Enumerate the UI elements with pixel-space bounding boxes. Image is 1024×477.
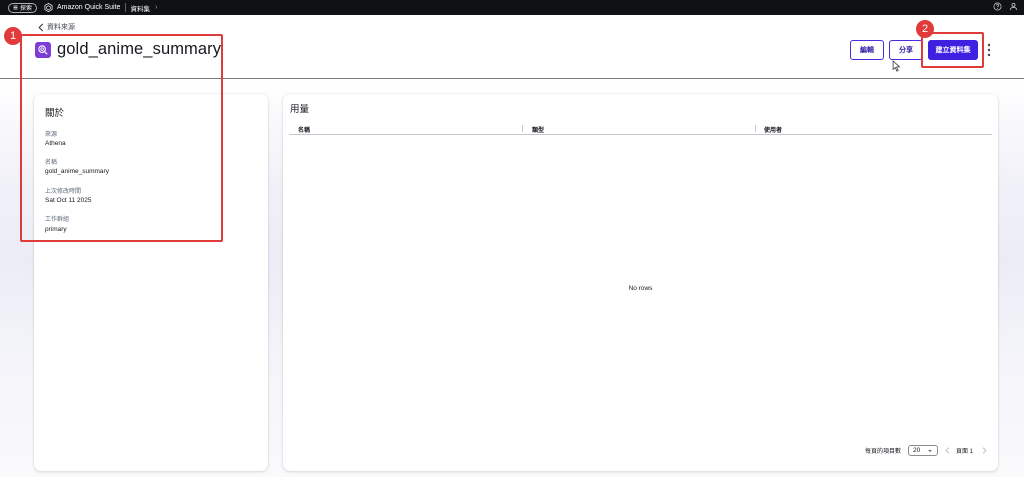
items-per-page-label: 每頁的項目數: [865, 449, 902, 455]
usage-title: 用量: [290, 104, 310, 115]
annotation-highlight-box: [20, 34, 223, 242]
items-per-page-value: 20: [913, 447, 921, 454]
current-page-label: 頁面 1: [956, 449, 974, 455]
edit-button[interactable]: 編輯: [850, 40, 884, 60]
annotation-badge: 2: [916, 20, 934, 38]
annotation-highlight-box: [921, 32, 984, 68]
previous-page-icon[interactable]: [945, 447, 950, 454]
explore-button[interactable]: 探索: [8, 2, 38, 13]
share-button[interactable]: 分享: [889, 40, 923, 60]
topbar-right-actions: [993, 2, 1018, 11]
column-divider[interactable]: [522, 125, 523, 132]
annotation-badge: 1: [4, 27, 22, 45]
app-name[interactable]: Amazon Quick Suite: [57, 4, 120, 11]
topbar-breadcrumb-datasets[interactable]: 資料集: [130, 3, 150, 13]
chevron-left-icon: [38, 22, 44, 32]
column-header-type[interactable]: 類型: [532, 125, 544, 134]
help-icon[interactable]: [993, 2, 1002, 11]
menu-icon: [13, 5, 18, 10]
back-to-data-sources-link[interactable]: 資料來源: [38, 22, 75, 32]
top-nav-bar: 探索 Amazon Quick Suite 資料集 ›: [0, 0, 1024, 15]
mouse-cursor-icon: [892, 60, 901, 72]
back-link-label: 資料來源: [47, 24, 75, 31]
usage-table-header: 名稱 類型 使用者: [289, 123, 992, 135]
column-divider[interactable]: [755, 125, 756, 132]
explore-label: 探索: [20, 6, 33, 12]
column-header-users[interactable]: 使用者: [764, 125, 782, 134]
next-page-icon[interactable]: [982, 447, 987, 454]
topbar-divider: [125, 3, 127, 12]
chevron-right-icon: ›: [154, 4, 158, 11]
usage-panel: 用量 名稱 類型 使用者 No rows 每頁的項目數 20 頁面 1: [283, 94, 998, 471]
caret-down-icon: [928, 450, 932, 452]
user-icon[interactable]: [1009, 2, 1018, 11]
empty-table-message: No rows: [628, 285, 653, 292]
column-header-name[interactable]: 名稱: [298, 125, 310, 134]
quick-suite-logo-icon: [44, 3, 53, 12]
items-per-page-select[interactable]: 20: [908, 445, 938, 456]
more-options-icon[interactable]: [986, 42, 992, 58]
